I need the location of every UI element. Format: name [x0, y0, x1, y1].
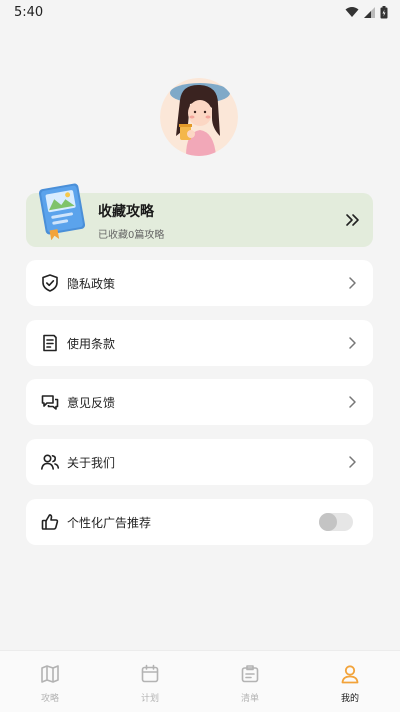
status-bar: 5:40: [0, 0, 400, 24]
menu-label: 关于我们: [67, 455, 116, 470]
chevron-right-icon: [349, 456, 356, 468]
shield-check-icon: [42, 274, 58, 292]
checklist-icon: [241, 665, 259, 683]
menu-item-feedback[interactable]: 意见反馈: [26, 379, 373, 425]
avatar-illustration: [160, 78, 238, 156]
status-icons: [345, 5, 388, 19]
calendar-icon: [141, 664, 159, 683]
tab-guides[interactable]: 攻略: [0, 651, 100, 712]
menu-label: 个性化广告推荐: [67, 515, 152, 530]
chevron-right-icon: [349, 277, 356, 289]
map-icon: [41, 665, 59, 683]
tab-label: 攻略: [40, 694, 59, 704]
collect-title: 收藏攻略: [98, 204, 154, 220]
personalized-ads-setting: 个性化广告推荐: [26, 499, 373, 545]
toggle-knob: [319, 513, 337, 531]
personalized-ads-toggle[interactable]: [319, 513, 353, 531]
tab-label: 计划: [140, 694, 159, 704]
chevron-right-icon: [349, 337, 356, 349]
status-time: 5:40: [14, 4, 44, 20]
tab-mine[interactable]: 我的: [300, 651, 400, 712]
battery-icon: [380, 5, 388, 18]
chat-bubbles-icon: [41, 395, 59, 410]
menu-item-about-us[interactable]: 关于我们: [26, 439, 373, 485]
menu-label: 使用条款: [67, 336, 116, 351]
menu-label: 意见反馈: [67, 395, 116, 410]
bottom-tab-bar: 攻略 计划 清单 我的: [0, 650, 400, 712]
double-chevron-right-icon[interactable]: [344, 211, 362, 229]
wifi-icon: [345, 7, 359, 17]
tab-label: 我的: [340, 694, 359, 704]
user-icon: [341, 665, 359, 684]
menu-item-terms-of-use[interactable]: 使用条款: [26, 320, 373, 366]
chevron-right-icon: [349, 396, 356, 408]
signal-icon: [364, 6, 375, 18]
menu-label: 隐私政策: [67, 276, 116, 291]
book-icon: [38, 183, 86, 240]
thumbs-up-icon: [41, 514, 59, 530]
collect-subtitle: 已收藏0篇攻略: [98, 230, 165, 241]
tab-label: 清单: [240, 694, 259, 704]
users-icon: [41, 454, 60, 470]
menu-item-privacy-policy[interactable]: 隐私政策: [26, 260, 373, 306]
document-icon: [43, 334, 57, 352]
avatar[interactable]: [160, 78, 238, 156]
tab-plan[interactable]: 计划: [100, 651, 200, 712]
tab-checklist[interactable]: 清单: [200, 651, 300, 712]
